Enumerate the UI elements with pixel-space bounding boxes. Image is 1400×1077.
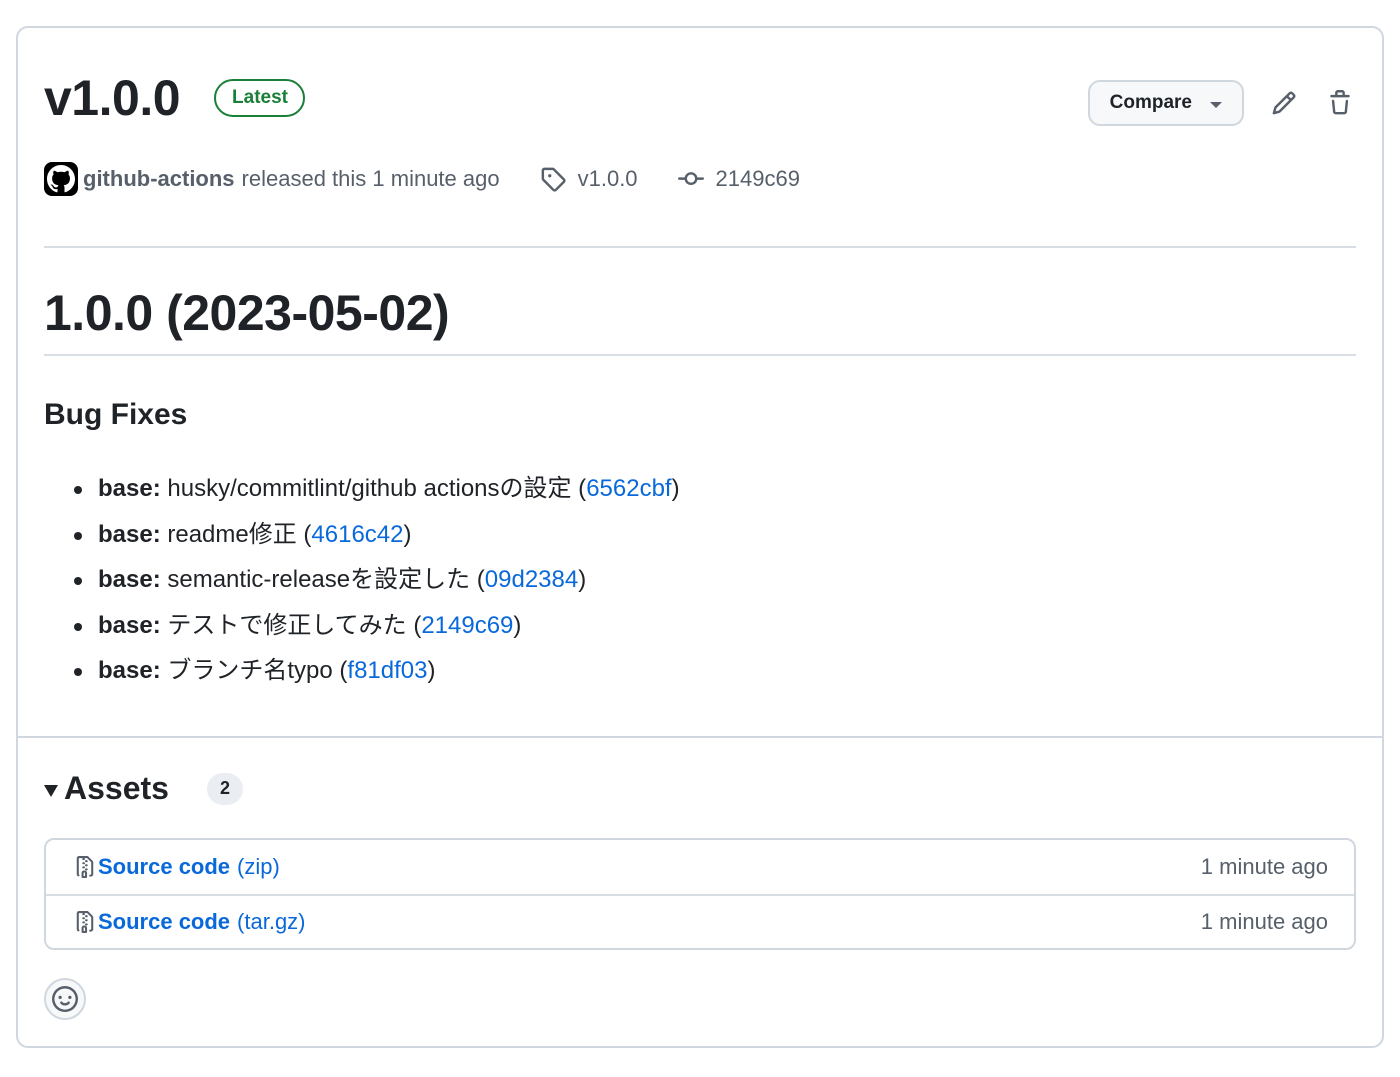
commit-hash-link[interactable]: f81df03: [347, 657, 427, 684]
asset-name: Source code: [98, 854, 231, 879]
asset-link[interactable]: Source code (zip): [74, 854, 280, 880]
change-scope: base:: [98, 566, 161, 593]
commit-hash-link[interactable]: 09d2384: [485, 566, 578, 593]
compare-button[interactable]: Compare: [1087, 80, 1244, 126]
commit-hash-link[interactable]: 4616c42: [311, 521, 403, 548]
released-text: released this 1 minute ago: [241, 166, 500, 191]
asset-time: 1 minute ago: [1200, 909, 1328, 934]
change-scope: base:: [98, 611, 161, 639]
assets-title: Assets: [64, 770, 169, 806]
tag-label: v1.0.0: [577, 166, 638, 191]
tag-icon: [541, 167, 566, 192]
bug-fixes-heading: Bug Fixes: [44, 398, 188, 431]
change-scope: base:: [98, 657, 161, 684]
compare-label: Compare: [1109, 92, 1192, 113]
pencil-icon: [1272, 91, 1296, 115]
commit-label: 2149c69: [715, 166, 800, 191]
chevron-down-icon: [1210, 102, 1222, 108]
author-link[interactable]: github-actions: [83, 166, 235, 192]
trash-icon: [1330, 90, 1350, 115]
list-item: base: semantic-releaseを設定した (09d2384): [74, 557, 680, 603]
commit-link[interactable]: 2149c69: [677, 166, 800, 192]
header-divider: [44, 246, 1356, 248]
asset-row: Source code (zip) 1 minute ago: [46, 840, 1354, 894]
change-close: ): [671, 475, 680, 502]
asset-name: Source code: [98, 909, 231, 934]
change-text: semantic-releaseを設定した (: [160, 566, 485, 593]
list-item: base: husky/commitlint/github actionsの設定…: [74, 466, 680, 512]
release-notes-heading: 1.0.0 (2023-05-02): [44, 285, 450, 341]
change-text: husky/commitlint/github actionsの設定 (: [160, 475, 587, 502]
asset-link[interactable]: Source code (tar.gz): [74, 909, 306, 935]
assets-count: 2: [206, 772, 243, 805]
heading-divider: [44, 354, 1356, 356]
file-zip-icon: [76, 856, 94, 878]
change-text: readme修正 (: [160, 520, 312, 548]
change-scope: base:: [98, 475, 161, 502]
asset-time: 1 minute ago: [1200, 854, 1328, 879]
release-header: v1.0.0 Latest Compare: [44, 68, 1356, 128]
release-card: v1.0.0 Latest Compare github-actions rel…: [16, 26, 1384, 1048]
change-text: テストで修正してみた (: [160, 611, 422, 639]
list-item: base: ブランチ名typo (f81df03): [74, 648, 680, 694]
latest-badge: Latest: [214, 79, 305, 117]
asset-ext: (zip): [237, 854, 280, 879]
author-avatar[interactable]: [44, 162, 78, 196]
change-close: ): [513, 611, 522, 639]
changes-list: base: husky/commitlint/github actionsの設定…: [74, 466, 680, 694]
commit-hash-link[interactable]: 2149c69: [421, 612, 513, 639]
assets-divider: [18, 736, 1382, 738]
release-version[interactable]: v1.0.0: [44, 69, 181, 127]
change-scope: base:: [98, 520, 161, 548]
change-text: ブランチ名typo (: [160, 657, 348, 684]
assets-toggle[interactable]: Assets 2: [44, 770, 243, 807]
asset-ext: (tar.gz): [237, 909, 306, 934]
commit-hash-link[interactable]: 6562cbf: [586, 475, 671, 502]
tag-link[interactable]: v1.0.0: [540, 166, 638, 192]
change-close: ): [578, 566, 587, 593]
edit-button[interactable]: [1268, 87, 1300, 119]
change-close: ): [403, 520, 412, 548]
delete-button[interactable]: [1324, 87, 1356, 119]
git-commit-icon: [677, 172, 704, 186]
list-item: base: readme修正 (4616c42): [74, 512, 680, 558]
triangle-down-icon: [44, 784, 58, 797]
file-zip-icon: [76, 911, 94, 933]
github-mark-icon: [47, 165, 75, 193]
add-reaction-button[interactable]: [44, 978, 86, 1020]
list-item: base: テストで修正してみた (2149c69): [74, 603, 680, 649]
asset-row: Source code (tar.gz) 1 minute ago: [46, 894, 1354, 948]
smiley-icon: [52, 986, 78, 1012]
change-close: ): [427, 657, 436, 684]
assets-list: Source code (zip) 1 minute ago Source co…: [44, 838, 1356, 950]
release-meta: github-actions released this 1 minute ag…: [44, 162, 800, 196]
release-actions: Compare: [1087, 80, 1356, 126]
